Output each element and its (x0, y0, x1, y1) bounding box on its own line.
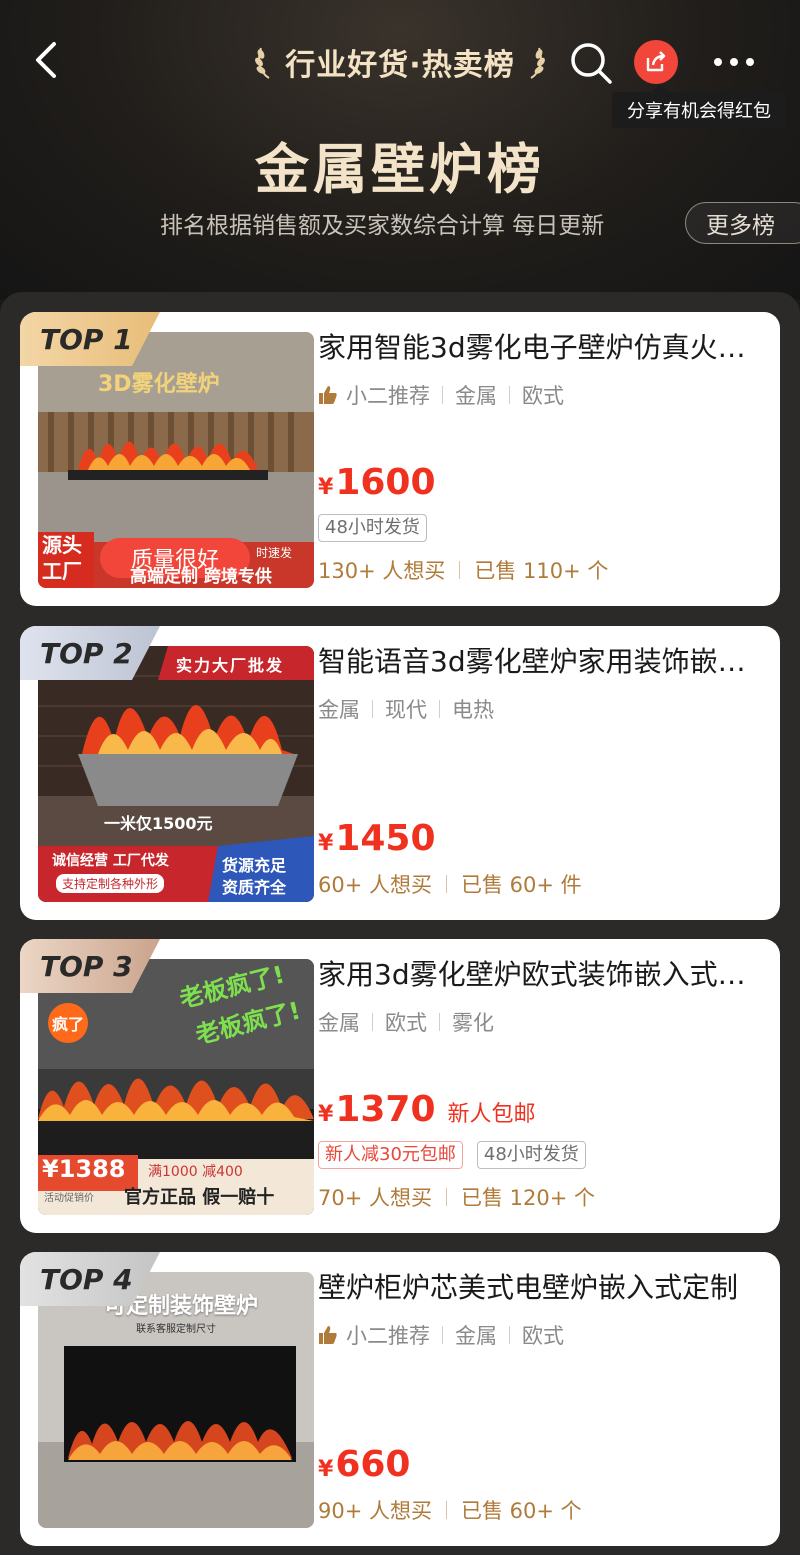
image-text-bottom-left-1: 诚信经营 工厂代发 (52, 853, 169, 869)
product-tags: 小二推荐 金属 欧式 (318, 378, 564, 412)
share-icon (646, 51, 666, 72)
tag: 金属 (455, 384, 497, 408)
product-image-4[interactable]: 可定制装饰壁炉 联系客服定制尺寸 (38, 1272, 314, 1528)
product-card-1[interactable]: TOP 1 3D雾化壁炉 源头工厂 质量很好 时速发 高端定制 跨境专供 家用智 (20, 312, 780, 606)
image-text-bottom: 高端定制 跨境专供 (130, 567, 272, 587)
want-count: 90+ 人想买 (318, 1499, 432, 1523)
thumbs-up-icon (319, 386, 337, 404)
sold-count: 已售 110+ 个 (474, 559, 609, 583)
tag: 欧式 (522, 384, 564, 408)
image-text-left: 源头工厂 (42, 533, 82, 583)
image-text-bottom-left-2: 支持定制各种外形 (56, 874, 165, 893)
image-text-corner: 时速发 (256, 546, 293, 560)
tag: 欧式 (522, 1324, 564, 1348)
image-text-middle: 一米仅1500元 (104, 814, 213, 833)
coupon-badge: 新人减30元包邮 (318, 1141, 463, 1169)
image-text-bottom-right-2: 资质齐全 (222, 878, 287, 897)
product-tags: 小二推荐 金属 欧式 (318, 1318, 564, 1352)
currency-symbol: ¥ (318, 831, 334, 856)
product-title[interactable]: 家用智能3d雾化电子壁炉仿真火焰嵌入式 (318, 326, 758, 370)
back-button[interactable] (26, 38, 66, 82)
laurel-left-icon (255, 47, 270, 79)
currency-symbol: ¥ (318, 1102, 334, 1127)
search-icon (571, 43, 612, 84)
image-text-sub: 联系客服定制尺寸 (136, 1324, 216, 1335)
image-text-top: 实力大厂批发 (176, 656, 285, 675)
tag: 雾化 (452, 1011, 494, 1035)
price-extra: 新人包邮 (447, 1102, 536, 1127)
thumbs-up-icon (319, 1326, 337, 1344)
sold-count: 已售 120+ 个 (461, 1186, 596, 1210)
want-count: 70+ 人想买 (318, 1186, 432, 1210)
shipping-badge: 48小时发货 (476, 1141, 586, 1169)
image-sticker: 疯了 (52, 1015, 85, 1034)
product-tags: 金属 欧式 雾化 (318, 1005, 494, 1039)
share-tooltip: 分享有机会得红包 (612, 84, 786, 128)
more-rank-button[interactable]: 更多榜 (685, 202, 800, 244)
product-title[interactable]: 壁炉柜炉芯美式电壁炉嵌入式定制 (318, 1266, 758, 1310)
service-badges: 新人减30元包邮 48小时发货 (318, 1141, 586, 1171)
image-text-bottom-right-1: 货源充足 (222, 856, 287, 875)
page-subtitle: 排名根据销售额及买家数综合计算 每日更新 (160, 213, 605, 238)
price-row: ¥ 1370 新人包邮 (318, 1089, 536, 1139)
price: 1450 (335, 818, 436, 859)
tag: 欧式 (385, 1011, 427, 1035)
price: 660 (335, 1444, 411, 1485)
more-button[interactable] (704, 48, 764, 76)
price: 1370 (335, 1089, 436, 1130)
product-image-3[interactable]: 老板疯了! 老板疯了! 疯了 ¥1388 活动促销价 满1000 减400 官方… (38, 959, 314, 1215)
image-promo-price: ¥1388 (42, 1155, 126, 1183)
product-title[interactable]: 智能语音3d雾化壁炉家用装饰嵌入式 (318, 640, 758, 684)
price-row: ¥ 1600 (318, 462, 436, 512)
header: 行业好货·热卖榜 分享有机会得红包 金属壁炉榜 排名根据销售额及买家数综合计算 … (0, 0, 800, 300)
back-chevron-icon (36, 42, 56, 78)
price-row: ¥ 1450 (318, 818, 436, 868)
image-text-top: 3D雾化壁炉 (98, 372, 220, 397)
share-button[interactable] (634, 40, 678, 84)
product-tags: 金属 现代 电热 (318, 692, 494, 726)
product-card-2[interactable]: TOP 2 实力大厂批发 一米仅1500元 诚信经营 工厂代发 支持定制各种外形… (20, 626, 780, 920)
sold-count: 已售 60+ 件 (461, 873, 582, 897)
image-text-bottom: 官方正品 假一赔十 (124, 1187, 275, 1208)
nav-title: 行业好货·热卖榜 (250, 40, 550, 84)
tag: 金属 (455, 1324, 497, 1348)
want-count: 60+ 人想买 (318, 873, 432, 897)
product-image-2[interactable]: 实力大厂批发 一米仅1500元 诚信经营 工厂代发 支持定制各种外形 货源充足 … (38, 646, 314, 902)
tag: 金属 (318, 1011, 360, 1035)
recommend-tag: 小二推荐 (346, 1324, 430, 1348)
tag: 现代 (385, 698, 427, 722)
nav-title-text: 行业好货·热卖榜 (285, 48, 515, 83)
product-card-4[interactable]: TOP 4 可定制装饰壁炉 联系客服定制尺寸 壁炉柜炉芯美式电壁炉嵌入式定制 小… (20, 1252, 780, 1546)
image-promo-label: 活动促销价 (44, 1193, 94, 1204)
sold-count: 已售 60+ 个 (461, 1499, 582, 1523)
recommend-tag: 小二推荐 (346, 384, 430, 408)
tag: 电热 (452, 698, 494, 722)
product-title[interactable]: 家用3d雾化壁炉欧式装饰嵌入式电子壁炉 (318, 953, 758, 997)
price-row: ¥ 660 (318, 1444, 410, 1494)
image-promo-offer: 满1000 减400 (148, 1164, 243, 1180)
sales-stats: 130+ 人想买 已售 110+ 个 (318, 554, 608, 586)
service-badges: 48小时发货 (318, 514, 427, 544)
sales-stats: 60+ 人想买 已售 60+ 件 (318, 868, 582, 900)
currency-symbol: ¥ (318, 1457, 334, 1482)
tag: 金属 (318, 698, 360, 722)
search-button[interactable] (568, 40, 614, 86)
sales-stats: 70+ 人想买 已售 120+ 个 (318, 1181, 595, 1213)
more-dots-icon (714, 58, 722, 66)
currency-symbol: ¥ (318, 475, 334, 500)
product-card-3[interactable]: TOP 3 老板疯了! 老板疯了! 疯了 ¥1388 活动促销价 满1000 减… (20, 939, 780, 1233)
shipping-badge: 48小时发货 (318, 514, 427, 542)
want-count: 130+ 人想买 (318, 559, 446, 583)
price: 1600 (335, 462, 436, 503)
product-image-1[interactable]: 3D雾化壁炉 源头工厂 质量很好 时速发 高端定制 跨境专供 (38, 332, 314, 588)
sales-stats: 90+ 人想买 已售 60+ 个 (318, 1494, 582, 1526)
page-title: 金属壁炉榜 (255, 138, 545, 201)
laurel-right-icon (530, 47, 545, 79)
